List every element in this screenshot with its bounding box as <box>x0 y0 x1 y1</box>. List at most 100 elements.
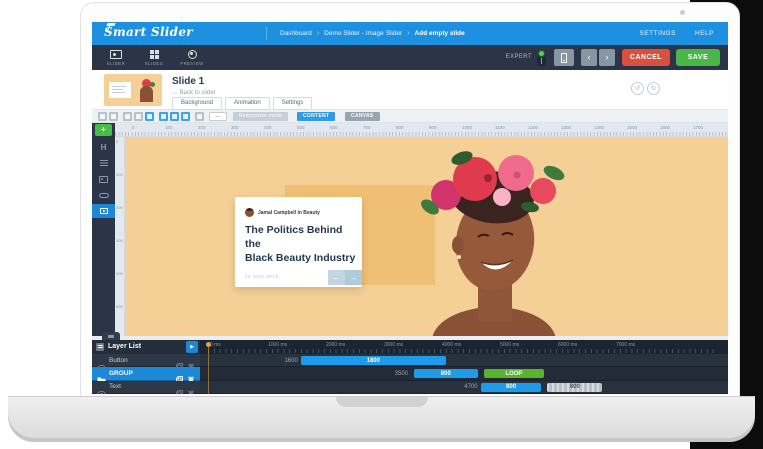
slide-canvas[interactable]: Jamal Campbell in Beauty The Politics Be… <box>125 137 728 336</box>
layer-row-label[interactable]: Button <box>92 354 200 371</box>
expert-toggle[interactable] <box>537 49 546 66</box>
author-avatar <box>245 208 254 217</box>
ruler-label: 0 <box>132 125 135 130</box>
time-label: 6000 ms <box>558 342 578 348</box>
help-link[interactable]: HELP <box>695 22 714 45</box>
duplicate-icon[interactable] <box>176 384 183 394</box>
breadcrumb: Dashboard › Demo Slider - Image Slider › Add… <box>280 22 465 45</box>
layer-row-label[interactable]: GROUP <box>92 367 200 384</box>
timeline-bar[interactable]: 800 <box>413 369 478 379</box>
slide-background-image[interactable] <box>342 145 672 336</box>
timeline-rows: Button 1600 1800 GROUP 3500 800 LOOP Text 4700 80… <box>92 354 728 394</box>
ruler-label: 1000 <box>462 125 473 130</box>
card-arrows: ← → <box>328 270 362 285</box>
slider-button[interactable]: SLIDER <box>98 45 134 70</box>
prev-arrow-button[interactable]: ← <box>328 270 345 285</box>
history-undo-button[interactable] <box>98 112 107 121</box>
responsive-mode-button[interactable]: Responsive mode <box>233 112 289 121</box>
layer-list-header: Layer List ▶ <box>92 340 200 354</box>
layer-row-button[interactable]: Button 1600 1800 <box>92 354 728 371</box>
layer-row-text[interactable]: Text 4700 800 800 <box>92 380 728 394</box>
align-right-button[interactable] <box>145 112 154 121</box>
smart-slider-app: Smart Slider Dashboard › Demo Slider - Ima… <box>92 22 728 394</box>
slide-panel: Slide 1 ← Back to slider Background Anima… <box>92 70 728 110</box>
ruler-label: 800 <box>396 125 404 130</box>
app-logo[interactable]: Smart Slider <box>104 25 193 39</box>
grid-toggle-button[interactable] <box>195 112 204 121</box>
slide-title: Slide 1 <box>172 76 205 87</box>
ruler-label: 100 <box>165 125 173 130</box>
cancel-button[interactable]: CANCEL <box>622 49 670 66</box>
slides-button[interactable]: SLIDES <box>136 45 172 70</box>
align-left-button[interactable] <box>123 112 132 121</box>
ruler-label: 300 <box>116 238 123 243</box>
ruler-label: 100 <box>116 172 123 177</box>
tab-animation[interactable]: Animation <box>225 97 270 110</box>
timeline-bar[interactable]: LOOP <box>483 369 545 379</box>
time-label: 3000 ms <box>384 342 404 348</box>
timeline-bar[interactable]: 800 <box>547 382 603 392</box>
valign-bottom-button[interactable] <box>181 112 190 121</box>
ruler-label: 1400 <box>594 125 605 130</box>
trash-icon[interactable] <box>188 384 194 394</box>
save-button[interactable]: SAVE <box>676 49 720 66</box>
eye-icon[interactable] <box>97 384 106 394</box>
ruler-label: 400 <box>116 271 123 276</box>
ruler-label: 0 <box>116 139 119 144</box>
timeline-bar[interactable]: 800 <box>480 382 542 392</box>
back-to-slider-link[interactable]: ← Back to slider <box>172 90 216 96</box>
button-pill-icon <box>98 192 109 198</box>
timeline-ruler[interactable]: 0 ms 1000 ms 2000 ms 3000 ms 4000 ms 5000 ms 6… <box>200 340 728 354</box>
chevron-icon: › <box>407 30 410 37</box>
breadcrumb-item[interactable]: Demo Slider - Image Slider <box>324 30 402 37</box>
tab-settings[interactable]: Settings <box>272 97 313 110</box>
time-label: 5000 ms <box>500 342 520 348</box>
delay-label: 4700 <box>464 384 478 391</box>
heading-layer-button[interactable]: H <box>92 140 115 154</box>
time-label: 7000 ms <box>616 342 636 348</box>
valign-middle-button[interactable] <box>170 112 179 121</box>
align-center-button[interactable] <box>134 112 143 121</box>
thumb-card <box>109 82 131 98</box>
valign-top-button[interactable] <box>159 112 168 121</box>
undo-circle-icon[interactable]: ↺ <box>631 82 644 95</box>
ruler-label: 200 <box>116 205 123 210</box>
content-mode-button[interactable]: CONTENT <box>297 112 336 121</box>
redo-button[interactable]: › <box>599 49 615 66</box>
video-layer-button[interactable] <box>92 204 115 218</box>
canvas-mode-button[interactable]: CANVAS <box>345 112 380 121</box>
time-label: 0 ms <box>210 342 221 348</box>
ruler-label: 200 <box>198 125 206 130</box>
preview-button[interactable]: PREVIEW <box>174 45 210 70</box>
card-date: 25 AUG 2018 <box>245 274 279 279</box>
tab-background[interactable]: Background <box>172 97 223 110</box>
breadcrumb-item[interactable]: Dashboard <box>280 30 312 37</box>
next-arrow-button[interactable]: → <box>345 270 362 285</box>
undo-button[interactable]: ‹ <box>581 49 597 66</box>
breadcrumb-item[interactable]: Add empty slide <box>415 30 465 37</box>
thumb-portrait <box>140 86 153 102</box>
redo-circle-icon[interactable]: ↻ <box>647 82 660 95</box>
history-redo-button[interactable] <box>109 112 118 121</box>
image-layer-button[interactable] <box>92 172 115 186</box>
zoom-select[interactable]: — <box>209 112 227 121</box>
device-preview-button[interactable] <box>554 49 574 66</box>
timeline-bar[interactable]: 1800 <box>300 356 446 365</box>
layer-row-label[interactable]: Text <box>92 380 200 394</box>
layer-row-group[interactable]: GROUP 3500 800 LOOP <box>92 367 728 384</box>
timeline-panel-tab[interactable] <box>102 332 120 340</box>
button-layer-button[interactable] <box>92 188 115 202</box>
slide-thumbnail[interactable] <box>104 74 162 106</box>
card-layer[interactable]: Jamal Campbell in Beauty The Politics Be… <box>235 197 362 287</box>
layer-name: Text <box>109 383 121 391</box>
play-button[interactable]: ▶ <box>186 341 198 353</box>
settings-link[interactable]: SETTINGS <box>639 22 676 45</box>
horizontal-ruler: 0 100 200 300 400 500 600 700 800 900 1000 1100 1200… <box>115 123 728 137</box>
timeline-header: Layer List ▶ 0 ms 1000 ms 2000 ms 3000 ms 40… <box>92 340 728 354</box>
ruler-label: 500 <box>297 125 305 130</box>
text-layer-button[interactable] <box>92 156 115 170</box>
canvas-toolbar: — Responsive mode CONTENT CANVAS <box>92 110 728 123</box>
add-layer-button[interactable]: + <box>95 124 112 136</box>
ruler-label: 300 <box>231 125 239 130</box>
text-lines-icon <box>99 160 108 166</box>
